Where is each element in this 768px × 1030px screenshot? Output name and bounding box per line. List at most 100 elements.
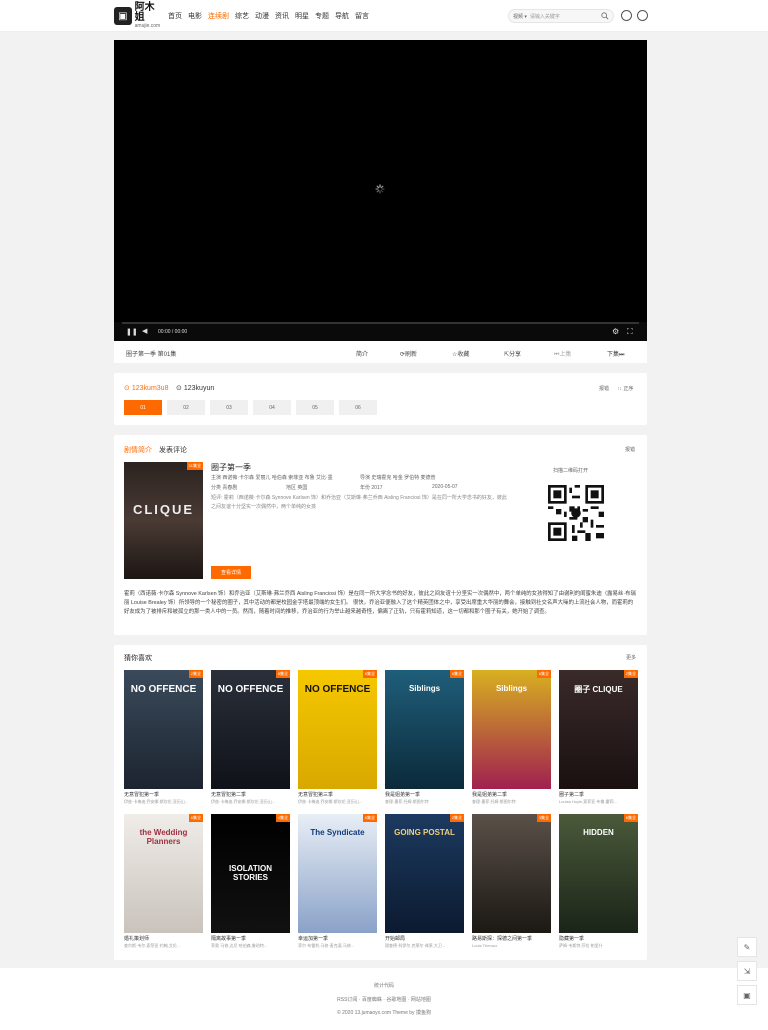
episode-button[interactable]: 06 [339,400,377,415]
recommend-title-link[interactable]: 无意冒犯第二季 [211,791,290,798]
refresh-button[interactable]: ⟳刷新 [400,349,417,358]
episode-info-bar: 圈子第一季 第01集 简介 ⟳刷新 ☆收藏 ⇱分享 ⏮上集 下集⏭ [114,341,647,363]
recommend-cast: 伊兹·卡梅迪,乔安娜·斯坎伦,亚历山... [298,799,363,804]
next-icon: ⏭ [619,352,625,358]
recommend-title-link[interactable]: 我是姐弟第二季 [472,791,551,798]
fullscreen-icon[interactable]: ⛶ [627,327,633,337]
prev-episode-button[interactable]: ⏮上集 [554,349,571,359]
recommend-cast: 伊兹·卡梅迪,乔安娜·斯坎伦,亚历山... [211,799,276,804]
nav-message[interactable]: 留言 [355,11,369,21]
recommend-title-link[interactable]: 开始邮局 [385,935,464,942]
poster-tag: 2集全 [623,670,638,678]
recommend-poster[interactable]: 6集全 HIDDEN [559,814,638,933]
poster-tag: 8集全 [275,670,290,678]
settings-icon[interactable]: ⚙ [612,327,619,336]
recommend-poster[interactable]: 6集全 Siblings [472,670,551,789]
nav-variety[interactable]: 综艺 [235,11,249,21]
poster-title: The Syndicate [310,828,365,837]
favorite-button[interactable]: ☆收藏 [452,349,469,358]
recommend-cast: 菲尔·布雷利,马修·麦克斐,马修... [298,943,355,948]
poster-title: NO OFFENCE [217,684,284,695]
history-icon[interactable] [621,10,632,21]
logo-main-text: 阿木姐 [134,2,155,23]
report-link[interactable]: 报错 [599,385,609,392]
footer-copyright: © 2020 13.jumaoyx.com Theme by 摸鱼狗 [337,1010,431,1016]
episode-title: 圈子第一季 第01集 [126,352,177,358]
recommend-title-link[interactable]: 隐藏第一季 [559,935,638,942]
image-icon[interactable]: ▣ [737,985,757,1005]
recommend-cast: 查理·墨菲,托姆·斯图尔特 [385,799,429,804]
footer-link-baidu[interactable]: 百度蜘蛛 [362,997,382,1003]
footer-link-sitemap[interactable]: 网站地图 [411,997,431,1003]
recommend-poster[interactable]: 2集全 圈子 CLIQUE [559,670,638,789]
poster-title: HIDDEN [583,828,614,837]
share-button[interactable]: ⇱分享 [504,349,521,358]
qr-code-icon [548,485,604,541]
search-icon[interactable] [601,12,609,20]
site-logo[interactable]: ▣ 阿木姐 amujie.com [114,2,164,29]
next-episode-button[interactable]: 下集⏭ [607,349,624,359]
nav-news[interactable]: 资讯 [275,11,289,21]
pause-icon[interactable]: ❚❚ [126,328,138,336]
recommend-poster[interactable]: 8集全 NO OFFENCE [211,670,290,789]
view-details-button[interactable]: 查看详情 [211,566,251,579]
user-icon[interactable] [637,10,648,21]
volume-icon[interactable]: ◀ [142,327,147,335]
intro-button[interactable]: 简介 [356,349,368,358]
recommend-title-link[interactable]: 幸运加第一季 [298,935,377,942]
footer-link-rss[interactable]: RSS订阅 [337,997,357,1003]
poster-tag: 6集全 [449,670,464,678]
recommend-poster[interactable]: 6集全 NO OFFENCE [298,670,377,789]
episode-button[interactable]: 04 [253,400,291,415]
recommend-title-link[interactable]: 无意冒犯第一季 [124,791,203,798]
recommend-poster[interactable]: 2集全 GOING POSTAL [385,814,464,933]
search-input[interactable]: 请输入关键字 [530,13,560,20]
recommend-title-link[interactable]: 隔离故事第一季 [211,935,290,942]
nav-anime[interactable]: 动漫 [255,11,269,21]
detail-report-link[interactable]: 报错 [625,446,635,453]
nav-series[interactable]: 连续剧 [208,11,229,21]
episode-button[interactable]: 01 [124,400,162,415]
search-type-select[interactable]: 视频 ▾ [513,13,527,20]
footer-link-google[interactable]: 谷歌地图 [386,997,406,1003]
detail-poster[interactable]: 31集全 CLIQUE [124,462,203,579]
poster-tag: 6集全 [188,814,203,822]
recommend-title-link[interactable]: 圈子第二季 [559,791,638,798]
nav-topics[interactable]: 专题 [315,11,329,21]
recommend-poster[interactable]: 2集全 NO OFFENCE [124,670,203,789]
episode-button[interactable]: 05 [296,400,334,415]
poster-title: the Wedding Planners [139,828,188,846]
nav-home[interactable]: 首页 [168,11,182,21]
recommend-title-link[interactable]: 路易斯探：探德之间第一季 [472,935,551,942]
progress-bar[interactable] [122,322,639,324]
nav-guide[interactable]: 导航 [335,11,349,21]
nav-movie[interactable]: 电影 [188,11,202,21]
recommend-poster[interactable]: 6集全 the Wedding Planners [124,814,203,933]
sort-toggle[interactable]: ↑↓ 正序 [617,385,633,392]
episode-button[interactable]: 03 [210,400,248,415]
tab-synopsis[interactable]: 剧情简介 [124,445,152,455]
recommend-poster[interactable]: 4集全 ISOLATION STORIES [211,814,290,933]
search-box: 视频 ▾ 请输入关键字 [508,9,614,23]
poster-tag: 6集全 [362,670,377,678]
recommend-title-link[interactable]: 我是姐弟第一季 [385,791,464,798]
recommend-title-link[interactable]: 无意冒犯第三季 [298,791,377,798]
recommend-poster[interactable]: 6集全 The Syndicate [298,814,377,933]
recommend-poster[interactable]: 6集全 Siblings [385,670,464,789]
nav-stars[interactable]: 明星 [295,11,309,21]
source-tab-2[interactable]: ⊙ 123kuyun [176,384,214,393]
poster-title: ISOLATION STORIES [229,864,272,882]
episode-button[interactable]: 02 [167,400,205,415]
feedback-icon[interactable]: ✎ [737,937,757,957]
recommend-poster[interactable]: 3集全 [472,814,551,933]
source-tab-1[interactable]: ⊙ 123kum3u8 [124,384,168,393]
tab-comments[interactable]: 发表评论 [159,445,187,455]
more-link[interactable]: 更多 [626,654,636,661]
poster-tag: 6集全 [536,670,551,678]
poster-title: NO OFFENCE [130,684,197,695]
edit-icon[interactable]: ⇲ [737,961,757,981]
detail-director: 导演 史瑞霍克 哈金 罗伯特 麦德普 [360,475,436,481]
play-circle-icon: ⊙ [124,385,130,392]
recommend-title-link[interactable]: 婚礼策划师 [124,935,203,942]
player-controls: ❚❚ ◀ 00:00 / 00:00 ⚙ ⛶ [114,322,647,341]
